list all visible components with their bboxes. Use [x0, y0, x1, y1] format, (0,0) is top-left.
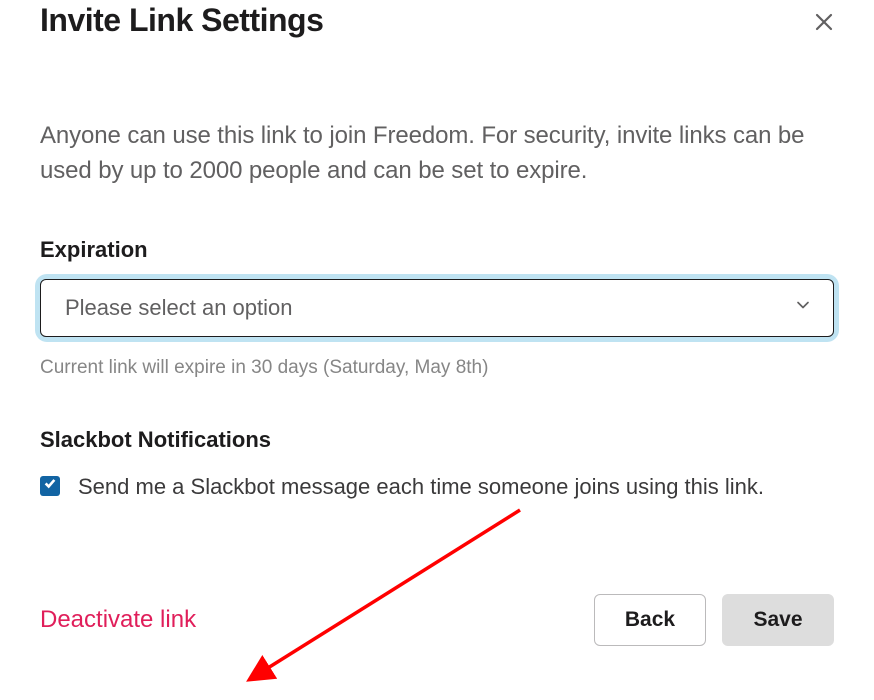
expiration-helper-text: Current link will expire in 30 days (Sat…: [40, 357, 834, 379]
expiration-select[interactable]: Please select an option: [40, 279, 834, 337]
deactivate-link-button[interactable]: Deactivate link: [40, 606, 196, 634]
notification-checkbox-label: Send me a Slackbot message each time som…: [78, 471, 764, 503]
notification-checkbox-row: Send me a Slackbot message each time som…: [40, 471, 834, 503]
notifications-label: Slackbot Notifications: [40, 427, 834, 453]
close-button[interactable]: [808, 6, 840, 41]
modal-header: Invite Link Settings: [40, 0, 834, 41]
modal-description: Anyone can use this link to join Freedom…: [40, 119, 834, 189]
modal-title: Invite Link Settings: [40, 2, 323, 39]
footer-buttons: Back Save: [594, 594, 834, 646]
select-placeholder: Please select an option: [65, 295, 293, 321]
back-button[interactable]: Back: [594, 594, 706, 646]
checkmark-icon: [43, 476, 57, 495]
save-button[interactable]: Save: [722, 594, 834, 646]
chevron-down-icon: [793, 295, 813, 320]
invite-link-settings-modal: Invite Link Settings Anyone can use this…: [0, 0, 874, 696]
notification-checkbox[interactable]: [40, 476, 60, 496]
expiration-label: Expiration: [40, 237, 834, 263]
expiration-select-wrapper: Please select an option: [40, 279, 834, 337]
close-icon: [812, 22, 836, 37]
modal-footer: Deactivate link Back Save: [40, 594, 834, 646]
